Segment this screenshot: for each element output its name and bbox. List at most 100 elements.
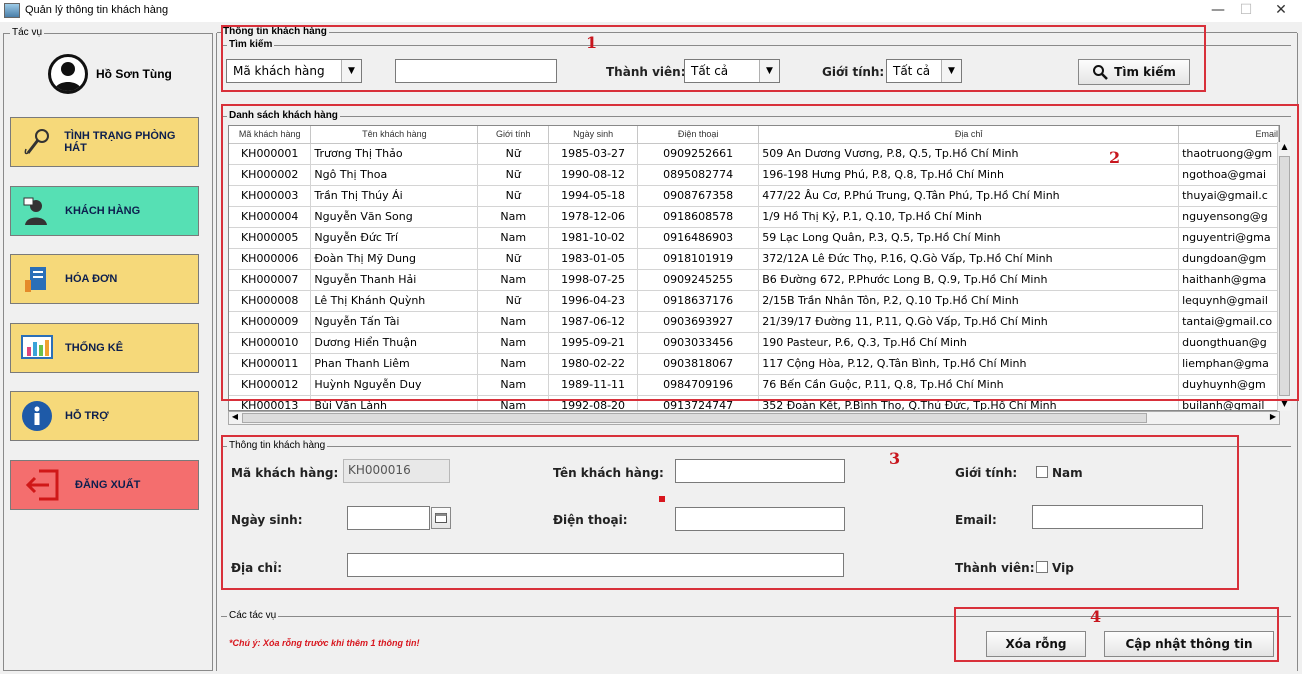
table-cell[interactable]: Nữ bbox=[477, 164, 550, 186]
email-field[interactable] bbox=[1032, 505, 1203, 529]
table-cell[interactable]: 1994-05-18 bbox=[548, 185, 639, 207]
table-cell[interactable]: 509 An Dương Vương, P.8, Q.5, Tp.Hồ Chí … bbox=[758, 143, 1180, 165]
search-button[interactable]: Tìm kiếm bbox=[1078, 59, 1190, 85]
table-cell[interactable]: Nữ bbox=[477, 290, 550, 312]
column-header[interactable]: Ngày sinh bbox=[548, 126, 639, 144]
gender-male-checkbox[interactable] bbox=[1036, 466, 1048, 478]
sidebar-item-logout[interactable]: ĐĂNG XUẤT bbox=[10, 460, 199, 510]
table-cell[interactable]: KH000004 bbox=[229, 206, 312, 228]
table-cell[interactable]: 0918101919 bbox=[637, 248, 760, 270]
table-cell[interactable]: 372/12A Lê Đức Thọ, P.16, Q.Gò Vấp, Tp.H… bbox=[758, 248, 1180, 270]
scroll-right-icon[interactable]: ▶ bbox=[1267, 412, 1279, 424]
table-cell[interactable]: Dương Hiển Thuận bbox=[310, 332, 479, 354]
search-input[interactable] bbox=[395, 59, 557, 83]
close-button[interactable]: ✕ bbox=[1266, 2, 1296, 20]
table-cell[interactable]: 0908767358 bbox=[637, 185, 760, 207]
table-cell[interactable]: 1983-01-05 bbox=[548, 248, 639, 270]
table-row[interactable]: KH000005 Nguyễn Đức Trí Nam 1981-10-02 09164… bbox=[229, 227, 1279, 249]
customer-table-viewport[interactable]: Mã khách hàng Tên khách hàng Giới tính N… bbox=[228, 125, 1280, 411]
table-cell[interactable]: ngothoa@gmai bbox=[1178, 164, 1279, 186]
table-cell[interactable]: nguyensong@g bbox=[1178, 206, 1279, 228]
table-cell[interactable]: 1990-08-12 bbox=[548, 164, 639, 186]
search-field-select[interactable]: Mã khách hàng ▼ bbox=[226, 59, 362, 83]
column-header[interactable]: Giới tính bbox=[477, 126, 550, 144]
table-cell[interactable]: KH000011 bbox=[229, 353, 312, 375]
table-cell[interactable]: KH000002 bbox=[229, 164, 312, 186]
table-row[interactable]: KH000013 Bùi Văn Lành Nam 1992-08-20 0913724… bbox=[229, 395, 1279, 410]
table-cell[interactable]: 1998-07-25 bbox=[548, 269, 639, 291]
table-cell[interactable]: duyhuynh@gm bbox=[1178, 374, 1279, 396]
table-cell[interactable]: KH000012 bbox=[229, 374, 312, 396]
table-row[interactable]: KH000004 Nguyễn Văn Song Nam 1978-12-06 0918… bbox=[229, 206, 1279, 228]
clear-button[interactable]: Xóa rỗng bbox=[986, 631, 1086, 657]
table-cell[interactable]: Bùi Văn Lành bbox=[310, 395, 479, 410]
table-cell[interactable]: 1978-12-06 bbox=[548, 206, 639, 228]
table-cell[interactable]: KH000005 bbox=[229, 227, 312, 249]
table-cell[interactable]: 1985-03-27 bbox=[548, 143, 639, 165]
column-header[interactable]: Địa chỉ bbox=[758, 126, 1180, 144]
sidebar-item-statistics[interactable]: THỐNG KÊ bbox=[10, 323, 199, 373]
table-cell[interactable]: nguyentri@gma bbox=[1178, 227, 1279, 249]
update-button[interactable]: Cập nhật thông tin bbox=[1104, 631, 1274, 657]
table-cell[interactable]: Nguyễn Đức Trí bbox=[310, 227, 479, 249]
table-cell[interactable]: Nguyễn Thanh Hải bbox=[310, 269, 479, 291]
scroll-up-icon[interactable]: ▲ bbox=[1278, 142, 1291, 154]
table-cell[interactable]: B6 Đường 672, P.Phước Long B, Q.9, Tp.Hồ… bbox=[758, 269, 1180, 291]
table-cell[interactable]: Nam bbox=[477, 206, 550, 228]
table-cell[interactable]: 190 Pasteur, P.6, Q.3, Tp.Hồ Chí Minh bbox=[758, 332, 1180, 354]
table-cell[interactable]: Nam bbox=[477, 269, 550, 291]
table-cell[interactable]: KH000010 bbox=[229, 332, 312, 354]
table-cell[interactable]: Trần Thị Thúy Ái bbox=[310, 185, 479, 207]
table-cell[interactable]: 0903818067 bbox=[637, 353, 760, 375]
vertical-scrollbar[interactable]: ▲ ▼ bbox=[1277, 142, 1291, 411]
table-cell[interactable]: tantai@gmail.co bbox=[1178, 311, 1279, 333]
table-cell[interactable]: Phan Thanh Liêm bbox=[310, 353, 479, 375]
table-cell[interactable]: 0909252661 bbox=[637, 143, 760, 165]
scrollbar-thumb[interactable] bbox=[1279, 156, 1290, 396]
sidebar-item-customers[interactable]: KHÁCH HÀNG bbox=[10, 186, 199, 236]
column-header[interactable]: Tên khách hàng bbox=[310, 126, 479, 144]
table-cell[interactable]: haithanh@gma bbox=[1178, 269, 1279, 291]
column-header[interactable]: Điện thoại bbox=[637, 126, 760, 144]
table-cell[interactable]: Nguyễn Tấn Tài bbox=[310, 311, 479, 333]
sidebar-item-support[interactable]: HỖ TRỢ bbox=[10, 391, 199, 441]
customer-name-field[interactable] bbox=[675, 459, 845, 483]
horizontal-scrollbar[interactable]: ◀ ▶ bbox=[228, 411, 1280, 425]
table-cell[interactable]: 0918637176 bbox=[637, 290, 760, 312]
table-cell[interactable]: 1981-10-02 bbox=[548, 227, 639, 249]
table-cell[interactable]: KH000013 bbox=[229, 395, 312, 410]
column-header[interactable]: Email bbox=[1178, 126, 1279, 144]
table-cell[interactable]: 352 Đoàn Kết, P.Bình Thọ, Q.Thủ Đức, Tp.… bbox=[758, 395, 1180, 410]
minimize-button[interactable]: — bbox=[1203, 2, 1233, 20]
table-cell[interactable]: 76 Bến Cần Guộc, P.11, Q.8, Tp.Hồ Chí Mi… bbox=[758, 374, 1180, 396]
vip-checkbox[interactable] bbox=[1036, 561, 1048, 573]
member-filter-select[interactable]: Tất cả ▼ bbox=[684, 59, 780, 83]
table-cell[interactable]: Nam bbox=[477, 311, 550, 333]
table-cell[interactable]: KH000007 bbox=[229, 269, 312, 291]
table-row[interactable]: KH000008 Lê Thị Khánh Quỳnh Nữ 1996-04-23 09… bbox=[229, 290, 1279, 312]
table-cell[interactable]: builanh@gmail bbox=[1178, 395, 1279, 410]
table-cell[interactable]: duongthuan@g bbox=[1178, 332, 1279, 354]
table-cell[interactable]: 0903033456 bbox=[637, 332, 760, 354]
dob-field[interactable] bbox=[347, 506, 430, 530]
scroll-down-icon[interactable]: ▼ bbox=[1278, 399, 1291, 411]
table-cell[interactable]: 0918608578 bbox=[637, 206, 760, 228]
calendar-button[interactable] bbox=[431, 507, 451, 529]
table-cell[interactable]: KH000008 bbox=[229, 290, 312, 312]
table-cell[interactable]: KH000001 bbox=[229, 143, 312, 165]
column-header[interactable]: Mã khách hàng bbox=[229, 126, 312, 144]
table-row[interactable]: KH000010 Dương Hiển Thuận Nam 1995-09-21 090… bbox=[229, 332, 1279, 354]
table-cell[interactable]: 21/39/17 Đường 11, P.11, Q.Gò Vấp, Tp.Hồ… bbox=[758, 311, 1180, 333]
table-cell[interactable]: Nam bbox=[477, 227, 550, 249]
table-cell[interactable]: Nam bbox=[477, 395, 550, 410]
table-row[interactable]: KH000002 Ngô Thị Thoa Nữ 1990-08-12 08950827… bbox=[229, 164, 1279, 186]
table-cell[interactable]: Nữ bbox=[477, 143, 550, 165]
table-cell[interactable]: Nam bbox=[477, 332, 550, 354]
table-cell[interactable]: Nguyễn Văn Song bbox=[310, 206, 479, 228]
table-cell[interactable]: 1992-08-20 bbox=[548, 395, 639, 410]
table-cell[interactable]: 196-198 Hưng Phú, P.8, Q.8, Tp.Hồ Chí Mi… bbox=[758, 164, 1180, 186]
table-cell[interactable]: 0909245255 bbox=[637, 269, 760, 291]
table-cell[interactable]: 1996-04-23 bbox=[548, 290, 639, 312]
table-row[interactable]: KH000007 Nguyễn Thanh Hải Nam 1998-07-25 090… bbox=[229, 269, 1279, 291]
table-cell[interactable]: 117 Cộng Hòa, P.12, Q.Tân Bình, Tp.Hồ Ch… bbox=[758, 353, 1180, 375]
